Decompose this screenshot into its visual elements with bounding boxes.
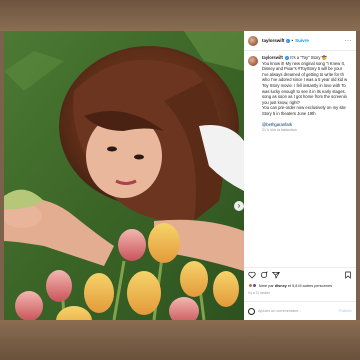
caption-line: Story 5 in theaters June 19th — [262, 110, 316, 116]
avatar[interactable] — [248, 35, 258, 46]
chevron-right-icon[interactable]: › — [234, 201, 244, 211]
post-side-panel: taylorswift ✓ • Suivre ··· taylorswift ✓… — [244, 31, 356, 320]
mention-link[interactable]: @bethgaranfark — [262, 122, 352, 128]
share-icon[interactable] — [272, 271, 280, 279]
likes-count[interactable]: et 5,8 M autres personnes — [288, 284, 332, 288]
publish-button[interactable]: Publier — [339, 309, 352, 313]
caption-text: It’s a “Toy” Story 🤠 — [290, 55, 327, 60]
comment-bar: Publier — [244, 301, 356, 320]
heart-icon[interactable] — [248, 271, 256, 279]
header-username[interactable]: taylorswift — [262, 38, 285, 43]
comment-icon[interactable] — [260, 270, 268, 279]
caption-line: Toy Story movie. I fell instantly in lov… — [262, 82, 346, 88]
emoji-icon[interactable] — [248, 307, 255, 315]
post-header: taylorswift ✓ • Suivre ··· — [244, 31, 356, 51]
verified-badge-icon: ✓ — [285, 38, 290, 43]
comment-input[interactable] — [258, 309, 338, 313]
likes-row: Aimé par disney et 5,8 M autres personne… — [248, 283, 352, 288]
backdrop-top — [0, 0, 360, 31]
backdrop-right — [356, 31, 360, 320]
likes-user[interactable]: disney — [275, 284, 287, 288]
more-horizontal-icon[interactable]: ··· — [345, 38, 353, 44]
post-photo[interactable]: › — [4, 31, 244, 320]
likes-summary[interactable]: Aimé par disney et 5,8 M autres personne… — [259, 284, 332, 288]
photo-illustration — [4, 31, 244, 320]
translation-link[interactable]: Voir la traduction — [270, 128, 297, 132]
caption-avatar[interactable] — [248, 56, 258, 66]
post-date: Il y a 21 heures — [248, 291, 270, 295]
caption-meta: 21 h Voir la traduction — [262, 128, 352, 134]
caption-line: Disney and Pixar’s #ToyStory 5 will be y… — [262, 66, 343, 72]
time-ago: 21 h — [262, 128, 269, 133]
caption: taylorswift ✓ It’s a “Toy” Story 🤠 You k… — [244, 51, 356, 134]
liker-avatar — [251, 283, 257, 288]
caption-line: song as soon as I got home from the scre… — [262, 94, 347, 100]
caption-body: taylorswift ✓ It’s a “Toy” Story 🤠 You k… — [262, 55, 352, 134]
caption-username[interactable]: taylorswift — [262, 55, 283, 60]
follow-button[interactable]: Suivre — [295, 38, 309, 43]
likes-prefix: Aimé par — [258, 283, 274, 288]
action-bar — [244, 267, 356, 281]
bookmark-icon[interactable] — [344, 271, 352, 279]
backdrop-bottom — [0, 320, 360, 360]
verified-badge-icon: ✓ — [285, 55, 290, 60]
separator-dot: • — [291, 38, 294, 43]
